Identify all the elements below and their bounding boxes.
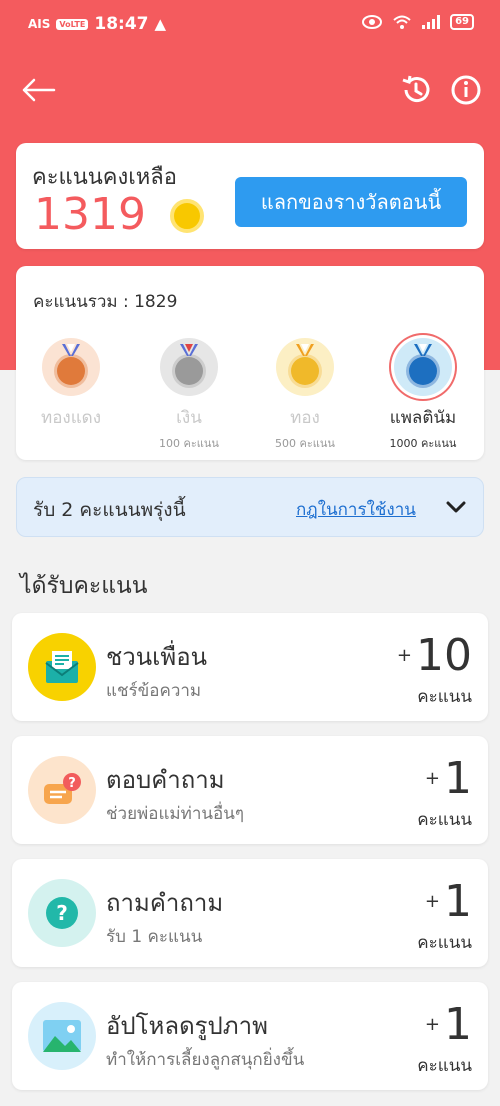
tier-platinum[interactable]: แพลตินัม 1000 คะแนน xyxy=(368,338,478,452)
points-value: 1 xyxy=(444,876,472,927)
task-points: +1 คะแนน xyxy=(417,877,472,956)
status-right: 69 xyxy=(362,14,474,30)
tier-name: ทองแดง xyxy=(40,408,101,428)
rules-link[interactable]: กฎในการใช้งาน xyxy=(296,496,416,523)
history-button[interactable] xyxy=(396,70,436,110)
top-nav xyxy=(0,62,500,116)
plus-sign: + xyxy=(424,1014,440,1035)
task-answer-question[interactable]: ? ตอบคำถาม ช่วยพ่อแม่ท่านอื่นๆ +1 คะแนน xyxy=(12,736,488,844)
plus-sign: + xyxy=(396,645,412,666)
points-unit: คะแนน xyxy=(417,687,472,707)
answer-bubble-icon: ? xyxy=(28,756,96,824)
tomorrow-points-text: รับ 2 คะแนนพรุ่งนี้ xyxy=(33,499,186,521)
image-icon xyxy=(28,1002,96,1070)
tier-requirement: 500 คะแนน xyxy=(275,437,335,450)
balance-card: คะแนนคงเหลือ 1319 แลกของรางวัลตอนนี้ xyxy=(16,143,484,249)
silver-medal-icon xyxy=(160,338,218,396)
chevron-down-icon[interactable] xyxy=(443,494,469,520)
task-title: ตอบคำถาม xyxy=(106,766,225,794)
tier-gold[interactable]: ทอง 500 คะแนน xyxy=(250,338,360,452)
tier-requirement: 1000 คะแนน xyxy=(389,437,457,450)
envelope-icon xyxy=(28,633,96,701)
wifi-icon xyxy=(393,15,411,29)
silver-medal-disc xyxy=(172,354,206,388)
task-title: อัปโหลดรูปภาพ xyxy=(106,1012,268,1040)
tier-name: แพลตินัม xyxy=(389,408,457,428)
svg-text:?: ? xyxy=(56,901,68,925)
earn-points-title: ได้รับคะแนน xyxy=(20,573,148,599)
platinum-medal-icon xyxy=(394,338,452,396)
points-value: 1 xyxy=(444,753,472,804)
info-icon xyxy=(451,75,481,105)
back-button[interactable] xyxy=(18,70,58,110)
svg-text:?: ? xyxy=(68,776,76,791)
task-points: +1 คะแนน xyxy=(417,1000,472,1079)
tier-silver[interactable]: เงิน 100 คะแนน xyxy=(134,338,244,452)
tier-name: ทอง xyxy=(290,408,320,428)
redeem-now-button[interactable]: แลกของรางวัลตอนนี้ xyxy=(235,177,467,227)
plus-sign: + xyxy=(424,768,440,789)
info-button[interactable] xyxy=(446,70,486,110)
carrier-label: AIS xyxy=(28,17,51,31)
status-left: AIS VoLTE 18:47 ▲ xyxy=(28,14,166,34)
balance-value: 1319 xyxy=(34,189,146,240)
status-time: 18:47 xyxy=(94,14,149,34)
total-points-label: คะแนนรวม : 1829 xyxy=(33,292,178,312)
tier-name: เงิน xyxy=(176,408,202,428)
task-upload-photo[interactable]: อัปโหลดรูปภาพ ทำให้การเลี้ยงลูกสนุกยิ่งข… xyxy=(12,982,488,1090)
coin-icon xyxy=(170,199,204,233)
bronze-medal-icon xyxy=(42,338,100,396)
eye-icon xyxy=(362,15,383,29)
level-card: คะแนนรวม : 1829 ทองแดง เงิน 100 คะแนน ทอ… xyxy=(16,266,484,460)
points-unit: คะแนน xyxy=(417,1056,472,1076)
task-points: +1 คะแนน xyxy=(417,754,472,833)
points-value: 10 xyxy=(416,630,472,681)
gold-medal-icon xyxy=(276,338,334,396)
volte-badge: VoLTE xyxy=(56,18,89,30)
points-value: 1 xyxy=(444,999,472,1050)
points-unit: คะแนน xyxy=(417,810,472,830)
task-subtitle: รับ 1 คะแนน xyxy=(106,927,203,947)
tomorrow-points-bar[interactable]: รับ 2 คะแนนพรุ่งนี้ กฎในการใช้งาน xyxy=(16,477,484,537)
task-subtitle: ช่วยพ่อแม่ท่านอื่นๆ xyxy=(106,804,244,824)
plus-sign: + xyxy=(424,891,440,912)
task-subtitle: ทำให้การเลี้ยงลูกสนุกยิ่งขึ้น xyxy=(106,1050,305,1070)
status-bar: AIS VoLTE 18:47 ▲ 69 xyxy=(0,0,500,50)
battery-icon: 69 xyxy=(450,14,474,30)
tier-bronze[interactable]: ทองแดง xyxy=(16,338,126,434)
task-ask-question[interactable]: ? ถามคำถาม รับ 1 คะแนน +1 คะแนน xyxy=(12,859,488,967)
task-subtitle: แชร์ข้อความ xyxy=(106,681,202,701)
task-points: +10 คะแนน xyxy=(397,631,472,710)
task-title: ถามคำถาม xyxy=(106,889,224,917)
warning-icon: ▲ xyxy=(154,15,167,33)
back-arrow-icon xyxy=(22,78,56,102)
tier-requirement: 100 คะแนน xyxy=(159,437,219,450)
signal-icon xyxy=(422,15,441,29)
question-icon: ? xyxy=(28,879,96,947)
task-invite-friends[interactable]: ชวนเพื่อน แชร์ข้อความ +10 คะแนน xyxy=(12,613,488,721)
task-title: ชวนเพื่อน xyxy=(106,643,208,671)
history-icon xyxy=(402,75,430,103)
platinum-medal-disc xyxy=(406,354,440,388)
bronze-medal-disc xyxy=(54,354,88,388)
tier-list: ทองแดง เงิน 100 คะแนน ทอง 500 คะแนน แพลต… xyxy=(16,338,484,450)
points-unit: คะแนน xyxy=(417,933,472,953)
gold-medal-disc xyxy=(288,354,322,388)
